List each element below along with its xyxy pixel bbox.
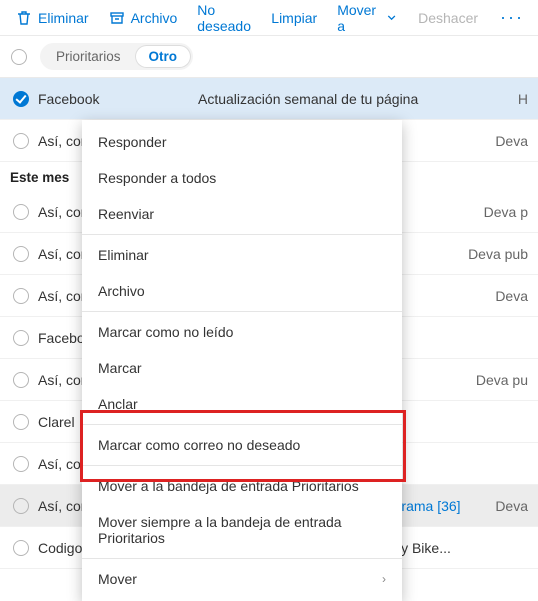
junk-button[interactable]: No deseado [189,0,259,38]
action-toolbar: Eliminar Archivo No deseado Limpiar Move… [0,0,538,36]
move-to-button[interactable]: Mover a [329,0,406,38]
ctx-always-focused[interactable]: Mover siempre a la bandeja de entrada Pr… [82,504,402,556]
delete-button[interactable]: Eliminar [8,6,97,30]
row-select-toggle[interactable] [10,498,32,514]
separator [82,558,402,559]
meta-label: Deva [487,288,528,304]
check-circle-icon [13,330,29,346]
ctx-mark[interactable]: Marcar [82,350,402,386]
undo-label: Deshacer [418,10,478,26]
meta-label: Deva pu [468,372,528,388]
junk-label: No deseado [197,2,251,34]
check-circle-icon [13,540,29,556]
chevron-right-icon: › [382,572,386,586]
separator [82,424,402,425]
archive-icon [109,10,125,26]
separator [82,311,402,312]
check-circle-icon [11,49,27,65]
check-circle-icon [13,456,29,472]
ctx-mark-unread[interactable]: Marcar como no leído [82,314,402,350]
row-select-toggle[interactable] [10,540,32,556]
message-row[interactable]: Facebook Actualización semanal de tu pág… [0,78,538,120]
row-select-toggle[interactable] [10,288,32,304]
ctx-reply[interactable]: Responder [82,124,402,160]
focus-other-switch: Prioritarios Otro [40,43,193,70]
ctx-forward[interactable]: Reenviar [82,196,402,232]
check-circle-icon [13,91,29,107]
row-select-toggle[interactable] [10,246,32,262]
ctx-pin[interactable]: Anclar [82,386,402,422]
context-menu: Responder Responder a todos Reenviar Eli… [82,120,402,601]
undo-button: Deshacer [410,6,486,30]
row-select-toggle[interactable] [10,372,32,388]
sweep-button[interactable]: Limpiar [263,6,325,30]
meta-label: H [510,91,528,107]
delete-label: Eliminar [38,10,89,26]
archive-button[interactable]: Archivo [101,6,186,30]
ctx-move[interactable]: Mover› [82,561,402,597]
move-to-label: Mover a [337,2,379,34]
select-all-toggle[interactable] [8,49,30,65]
separator [82,234,402,235]
sender-label: Facebook [38,91,188,107]
row-select-toggle[interactable] [10,456,32,472]
sweep-label: Limpiar [271,10,317,26]
ctx-reply-all[interactable]: Responder a todos [82,160,402,196]
ctx-move-focused[interactable]: Mover a la bandeja de entrada Prioritari… [82,468,402,504]
trash-icon [16,10,32,26]
row-select-toggle[interactable] [10,330,32,346]
chevron-down-icon [385,10,398,26]
check-circle-icon [13,414,29,430]
check-circle-icon [13,288,29,304]
overflow-menu-button[interactable]: ··· [494,7,530,28]
meta-label: Deva pub [460,246,528,262]
subject-label: Actualización semanal de tu página [194,91,504,107]
ctx-delete[interactable]: Eliminar [82,237,402,273]
check-circle-icon [13,133,29,149]
row-select-toggle[interactable] [10,91,32,107]
check-circle-icon [13,372,29,388]
ctx-mark-junk[interactable]: Marcar como correo no deseado [82,427,402,463]
meta-label: Deva [487,498,528,514]
row-select-toggle[interactable] [10,414,32,430]
meta-label: Deva [487,133,528,149]
check-circle-icon [13,246,29,262]
ctx-archive[interactable]: Archivo [82,273,402,309]
tab-focused[interactable]: Prioritarios [42,45,135,68]
row-select-toggle[interactable] [10,133,32,149]
separator [82,465,402,466]
check-circle-icon [13,498,29,514]
check-circle-icon [13,204,29,220]
archive-label: Archivo [131,10,178,26]
inbox-tabbar: Prioritarios Otro [0,36,538,78]
meta-label: Deva p [476,204,528,220]
tab-other[interactable]: Otro [135,45,192,68]
row-select-toggle[interactable] [10,204,32,220]
